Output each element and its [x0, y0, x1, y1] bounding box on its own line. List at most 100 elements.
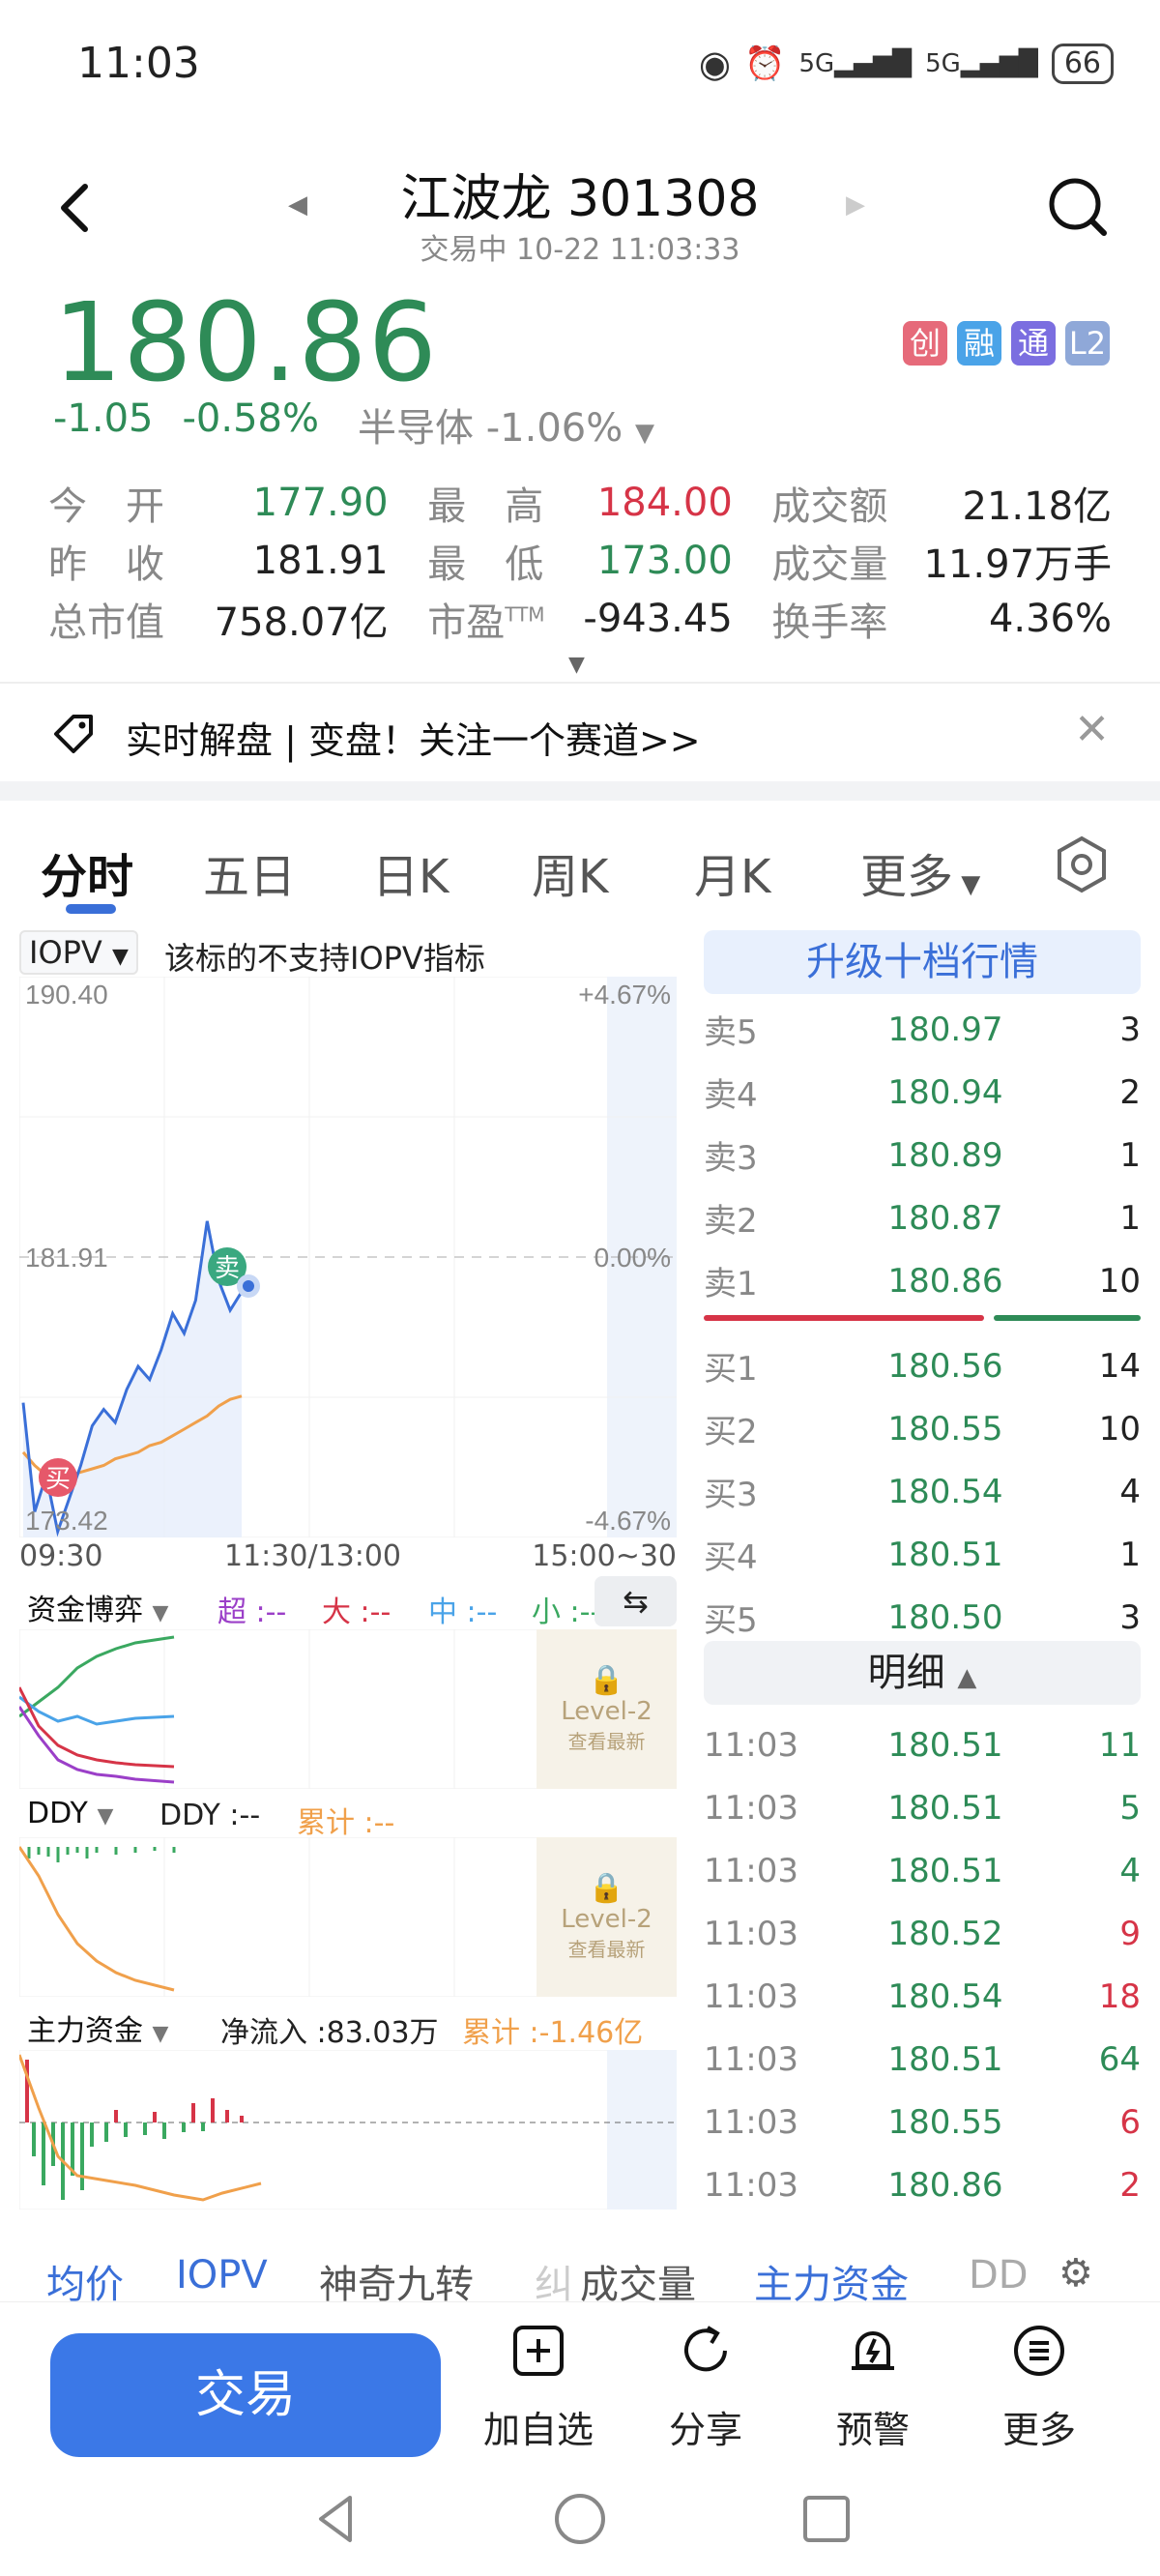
nav-home-icon[interactable]	[551, 2490, 609, 2548]
price-change: -1.05	[53, 396, 154, 441]
ask-row[interactable]: 卖1 180.86 10	[704, 1249, 1141, 1312]
ask-volume: 1	[1119, 1198, 1141, 1238]
share-button[interactable]: 分享	[633, 2322, 778, 2453]
low-value: 173.00	[596, 539, 733, 583]
detail-volume: 2	[1119, 2165, 1141, 2205]
search-button[interactable]	[1046, 175, 1110, 239]
more-button[interactable]: 更多	[967, 2322, 1112, 2453]
detail-toggle[interactable]: 明细 ▲	[704, 1641, 1141, 1705]
next-stock-arrow[interactable]: ▶	[846, 190, 865, 220]
tab-daily-k[interactable]: 日K	[372, 838, 449, 906]
tab-monthly-k[interactable]: 月K	[694, 838, 770, 906]
bid-row[interactable]: 买1 180.56 14	[704, 1334, 1141, 1397]
badge-chuang[interactable]: 创	[903, 321, 947, 366]
ask-divider	[704, 1315, 984, 1321]
detail-time: 11:03	[704, 2165, 798, 2205]
turnover-value: 4.36%	[988, 597, 1113, 641]
level2-lock-1[interactable]: 🔒 Level-2 查看最新	[536, 1663, 677, 1754]
detail-price: 180.55	[887, 2102, 1003, 2142]
bid-row[interactable]: 买5 180.50 3	[704, 1586, 1141, 1649]
ask-volume: 1	[1119, 1135, 1141, 1175]
ask-price: 180.86	[887, 1261, 1003, 1301]
chevron-down-icon: ▼	[953, 870, 981, 899]
main-fund-select[interactable]: 主力资金 ▼	[27, 2006, 168, 2049]
bid-level: 买1	[704, 1350, 758, 1389]
active-tab-indicator	[66, 904, 116, 914]
bid-row[interactable]: 买3 180.54 4	[704, 1460, 1141, 1523]
tab-intraday[interactable]: 分时	[41, 838, 133, 906]
ask-row[interactable]: 卖2 180.87 1	[704, 1186, 1141, 1249]
level2-lock-2[interactable]: 🔒 Level-2 查看最新	[536, 1871, 677, 1962]
main-net-inflow: 净流入 :83.03万	[220, 2016, 439, 2050]
ind-tab-iopv[interactable]: IOPV	[176, 2253, 268, 2298]
amount-label: 成交额	[771, 484, 888, 529]
tab-weekly-k[interactable]: 周K	[532, 838, 608, 906]
trade-detail-row: 11:03 180.51 5	[704, 1776, 1141, 1839]
current-price: 180.86	[53, 280, 438, 406]
bid-divider	[994, 1315, 1141, 1321]
close-icon[interactable]: ✕	[1074, 705, 1110, 754]
bid-level: 买3	[704, 1476, 758, 1514]
nav-recents-icon[interactable]	[798, 2490, 856, 2548]
market-cap-label: 总市值	[48, 600, 164, 645]
bid-row[interactable]: 买2 180.55 10	[704, 1397, 1141, 1460]
intraday-chart[interactable]: 190.40 181.91 173.42 +4.67% 0.00% -4.67%…	[19, 977, 677, 1537]
detail-time: 11:03	[704, 1788, 798, 1828]
trade-button[interactable]: 交易	[50, 2333, 441, 2457]
volume-value: 11.97万手	[923, 542, 1113, 587]
expand-stats-icon[interactable]: ▼	[568, 653, 585, 677]
sector-link[interactable]: 半导体 -1.06% ▼	[358, 396, 654, 453]
badge-l2[interactable]: L2	[1065, 321, 1110, 366]
upgrade-level10-button[interactable]: 升级十档行情	[704, 930, 1141, 994]
lock-icon: 🔒	[588, 1871, 625, 1905]
promo-banner[interactable]: 实时解盘 | 变盘！关注一个赛道>> ✕	[0, 682, 1160, 778]
add-watchlist-button[interactable]: 加自选	[466, 2322, 611, 2453]
lock-icon: 🔒	[588, 1663, 625, 1697]
detail-time: 11:03	[704, 2102, 798, 2142]
indicator-settings-icon[interactable]: ⚙	[1058, 2251, 1093, 2296]
prev-close-value: 181.91	[252, 539, 389, 583]
ask-level: 卖3	[704, 1139, 758, 1178]
tab-five-day[interactable]: 五日	[203, 838, 296, 906]
chart-settings-button[interactable]	[1052, 834, 1112, 894]
chevron-up-icon: ▲	[957, 1663, 977, 1692]
bid-price: 180.56	[887, 1346, 1003, 1386]
ind-tab-ddx[interactable]: DD	[969, 2253, 1029, 2298]
detail-volume: 6	[1119, 2102, 1141, 2142]
ask-row[interactable]: 卖4 180.94 2	[704, 1061, 1141, 1124]
detail-volume: 9	[1119, 1914, 1141, 1953]
detail-volume: 5	[1119, 1788, 1141, 1828]
ask-row[interactable]: 卖3 180.89 1	[704, 1124, 1141, 1186]
badge-rong[interactable]: 融	[957, 321, 1001, 366]
bid-volume: 4	[1119, 1472, 1141, 1511]
tab-more[interactable]: 更多 ▼	[860, 838, 980, 906]
signal-icon-1: 5G▂▄▆█	[798, 49, 913, 78]
ask-level: 卖2	[704, 1202, 758, 1241]
chevron-down-icon: ▼	[634, 419, 654, 448]
battery-icon: 66	[1051, 44, 1114, 84]
trade-detail-row: 11:03 180.52 9	[704, 1902, 1141, 1965]
svg-text:卖: 卖	[215, 1254, 240, 1283]
pe-value: -943.45	[583, 597, 733, 641]
iopv-select[interactable]: IOPV ▼	[19, 930, 138, 975]
bid-volume: 14	[1098, 1346, 1141, 1386]
status-icons: ◉ ⏰ 5G▂▄▆█ 5G▂▄▆█ 66	[699, 43, 1114, 85]
nav-back-icon[interactable]	[307, 2490, 365, 2548]
fund-game-select[interactable]: 资金博弈 ▼	[27, 1586, 168, 1628]
open-label: 今 开	[48, 484, 164, 529]
swap-icon[interactable]: ⇆	[594, 1576, 677, 1626]
alert-button[interactable]: 预警	[800, 2322, 945, 2453]
ask-row[interactable]: 卖5 180.97 3	[704, 998, 1141, 1061]
header: ◀ 江波龙 301308 交易中 10-22 11:03:33 ▶	[0, 140, 1160, 276]
ddy-select[interactable]: DDY ▼	[27, 1797, 113, 1830]
bell-bolt-icon	[852, 2331, 894, 2370]
bid-level: 买4	[704, 1538, 758, 1577]
y-axis-mid: 181.91	[25, 1243, 108, 1273]
market-cap-value: 758.07亿	[214, 600, 389, 645]
stock-title: 江波龙 301308	[400, 170, 760, 228]
trade-detail-row: 11:03 180.55 6	[704, 2091, 1141, 2153]
bid-row[interactable]: 买4 180.51 1	[704, 1523, 1141, 1586]
badge-tong[interactable]: 通	[1011, 321, 1056, 366]
trade-detail-row: 11:03 180.51 11	[704, 1713, 1141, 1776]
buy-marker[interactable]: 买	[39, 1458, 77, 1497]
